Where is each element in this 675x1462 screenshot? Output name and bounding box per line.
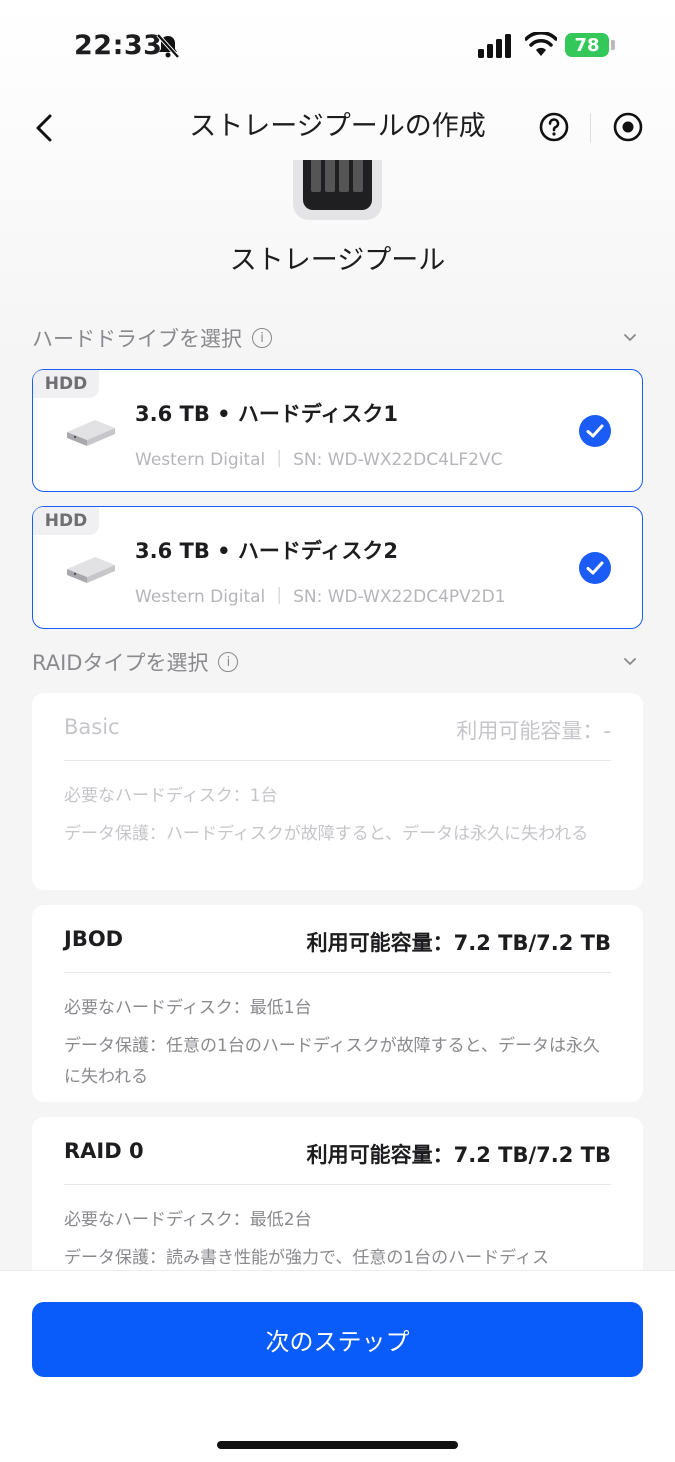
checkmark-icon[interactable] [579, 552, 611, 584]
drive-title: 3.6 TB • ハードディスク1 [135, 402, 399, 426]
raid-requirement: 必要なハードディスク：1台 [64, 786, 278, 806]
hdd-tag: HDD [33, 370, 99, 398]
status-bar: 22:33 78 [0, 0, 675, 92]
checkmark-icon[interactable] [579, 415, 611, 447]
hard-disk-icon [67, 420, 115, 446]
hdd-tag: HDD [33, 507, 99, 535]
drive-card-1[interactable]: HDD 3.6 TB • ハードディスク1 Western Digital ｜ … [32, 369, 643, 492]
raid-option-jbod[interactable]: JBOD 利用可能容量：7.2 TB/7.2 TB 必要なハードディスク：最低1… [32, 905, 643, 1102]
divider [64, 1184, 611, 1185]
raid-capacity: 利用可能容量：- [456, 719, 611, 743]
page-title: ストレージプールの作成 [189, 111, 486, 142]
cellular-signal-icon [478, 34, 511, 58]
raid-section-title: RAIDタイプを選択 [32, 651, 209, 675]
home-indicator[interactable] [217, 1441, 458, 1449]
storage-pool-label: ストレージプール [229, 245, 446, 276]
drive-title: 3.6 TB • ハードディスク2 [135, 539, 399, 563]
raid-protection: データ保護：任意の1台のハードディスクが故障すると、データは永久に失われる [64, 1036, 600, 1087]
chevron-down-icon[interactable] [622, 330, 638, 346]
battery-indicator: 78 [565, 33, 609, 57]
divider [64, 972, 611, 973]
divider [64, 760, 611, 761]
status-time: 22:33 [74, 30, 163, 61]
battery-tip [611, 40, 615, 50]
raid-capacity: 利用可能容量：7.2 TB/7.2 TB [306, 931, 611, 955]
drive-subtitle: Western Digital ｜ SN: WD-WX22DC4LF2VC [135, 450, 503, 470]
raid-protection: データ保護：ハードディスクが故障すると、データは永久に失われる [64, 824, 589, 844]
raid-option-basic: Basic 利用可能容量：- 必要なハードディスク：1台 データ保護：ハードディ… [32, 693, 643, 890]
drive-card-2[interactable]: HDD 3.6 TB • ハードディスク2 Western Digital ｜ … [32, 506, 643, 629]
nav-divider [590, 114, 591, 142]
chevron-down-icon[interactable] [622, 654, 638, 670]
next-step-button[interactable]: 次のステップ [32, 1302, 643, 1377]
raid-name: JBOD [64, 927, 124, 951]
bell-slash-icon [156, 33, 180, 59]
help-icon[interactable] [538, 111, 570, 143]
raid-section-header: RAIDタイプを選択 i [32, 647, 239, 677]
raid-name: RAID 0 [64, 1139, 144, 1163]
drives-section-title: ハードドライブを選択 [32, 327, 242, 351]
wifi-icon [525, 32, 557, 56]
drive-subtitle: Western Digital ｜ SN: WD-WX22DC4PV2D1 [135, 587, 506, 607]
record-icon[interactable] [612, 111, 644, 143]
hard-disk-icon [67, 557, 115, 583]
raid-name: Basic [64, 715, 120, 739]
raid-requirement: 必要なハードディスク：最低1台 [64, 998, 312, 1018]
drives-section-header: ハードドライブを選択 i [32, 323, 272, 353]
nas-device-image [293, 160, 382, 220]
info-icon[interactable]: i [218, 652, 239, 672]
raid-capacity: 利用可能容量：7.2 TB/7.2 TB [306, 1143, 611, 1167]
raid-requirement: 必要なハードディスク：最低2台 [64, 1210, 312, 1230]
info-icon[interactable]: i [252, 328, 272, 348]
